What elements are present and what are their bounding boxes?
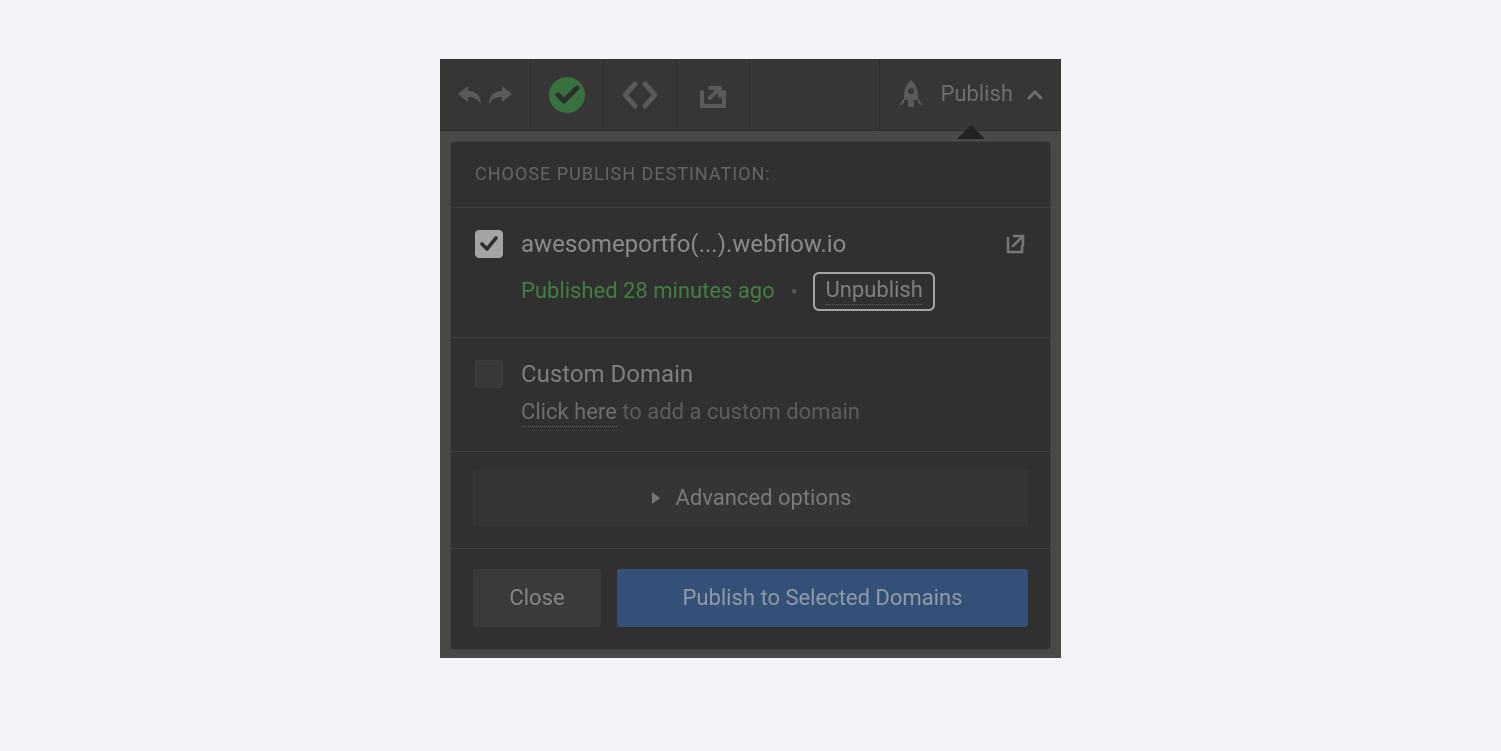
dropdown-footer: Close Publish to Selected Domains bbox=[451, 548, 1050, 649]
designer-topbar-panel: Publish CHOOSE PUBLISH DESTINATION: awes… bbox=[440, 59, 1061, 658]
unpublish-button[interactable]: Unpublish bbox=[813, 272, 934, 311]
redo-icon[interactable] bbox=[486, 82, 516, 108]
export-button[interactable] bbox=[677, 59, 749, 130]
destination-checkbox[interactable] bbox=[475, 230, 503, 258]
publish-dropdown: CHOOSE PUBLISH DESTINATION: awesomeportf… bbox=[450, 141, 1051, 650]
publish-label: Publish bbox=[940, 82, 1013, 107]
code-button[interactable] bbox=[604, 59, 676, 130]
external-link-icon[interactable] bbox=[1002, 232, 1026, 256]
check-circle-icon bbox=[547, 75, 587, 115]
unpublish-label: Unpublish bbox=[825, 278, 922, 305]
custom-domain-sub-rest: to add a custom domain bbox=[617, 400, 860, 425]
caret-right-icon bbox=[650, 490, 662, 506]
export-icon bbox=[696, 80, 730, 110]
publish-dropdown-trigger[interactable]: Publish bbox=[879, 59, 1061, 130]
status-ok-button[interactable] bbox=[531, 59, 603, 130]
separator-dot: • bbox=[791, 282, 798, 302]
undo-icon[interactable] bbox=[454, 82, 484, 108]
advanced-options-toggle[interactable]: Advanced options bbox=[473, 470, 1028, 526]
publish-to-selected-button[interactable]: Publish to Selected Domains bbox=[617, 569, 1028, 627]
dropdown-caret bbox=[957, 125, 985, 139]
chevron-up-icon bbox=[1027, 89, 1043, 101]
custom-domain-title: Custom Domain bbox=[521, 360, 693, 388]
destination-domain: awesomeportfo(...).webflow.io bbox=[521, 230, 984, 258]
code-icon bbox=[621, 81, 659, 109]
destination-checkbox[interactable] bbox=[475, 360, 503, 388]
add-custom-domain-link[interactable]: Click here bbox=[521, 400, 617, 427]
publish-status: Published 28 minutes ago bbox=[521, 279, 775, 304]
checkmark-icon bbox=[479, 235, 499, 253]
toolbar: Publish bbox=[440, 59, 1061, 131]
destination-custom: Custom Domain Click here to add a custom… bbox=[451, 338, 1050, 451]
destination-staging: awesomeportfo(...).webflow.io Published … bbox=[451, 208, 1050, 337]
close-button[interactable]: Close bbox=[473, 569, 601, 627]
custom-domain-subtext: Click here to add a custom domain bbox=[475, 400, 1026, 425]
close-label: Close bbox=[509, 586, 564, 611]
publish-to-selected-label: Publish to Selected Domains bbox=[682, 586, 962, 611]
dropdown-heading: CHOOSE PUBLISH DESTINATION: bbox=[451, 142, 1050, 207]
advanced-options-label: Advanced options bbox=[676, 486, 852, 511]
rocket-icon bbox=[896, 79, 926, 111]
